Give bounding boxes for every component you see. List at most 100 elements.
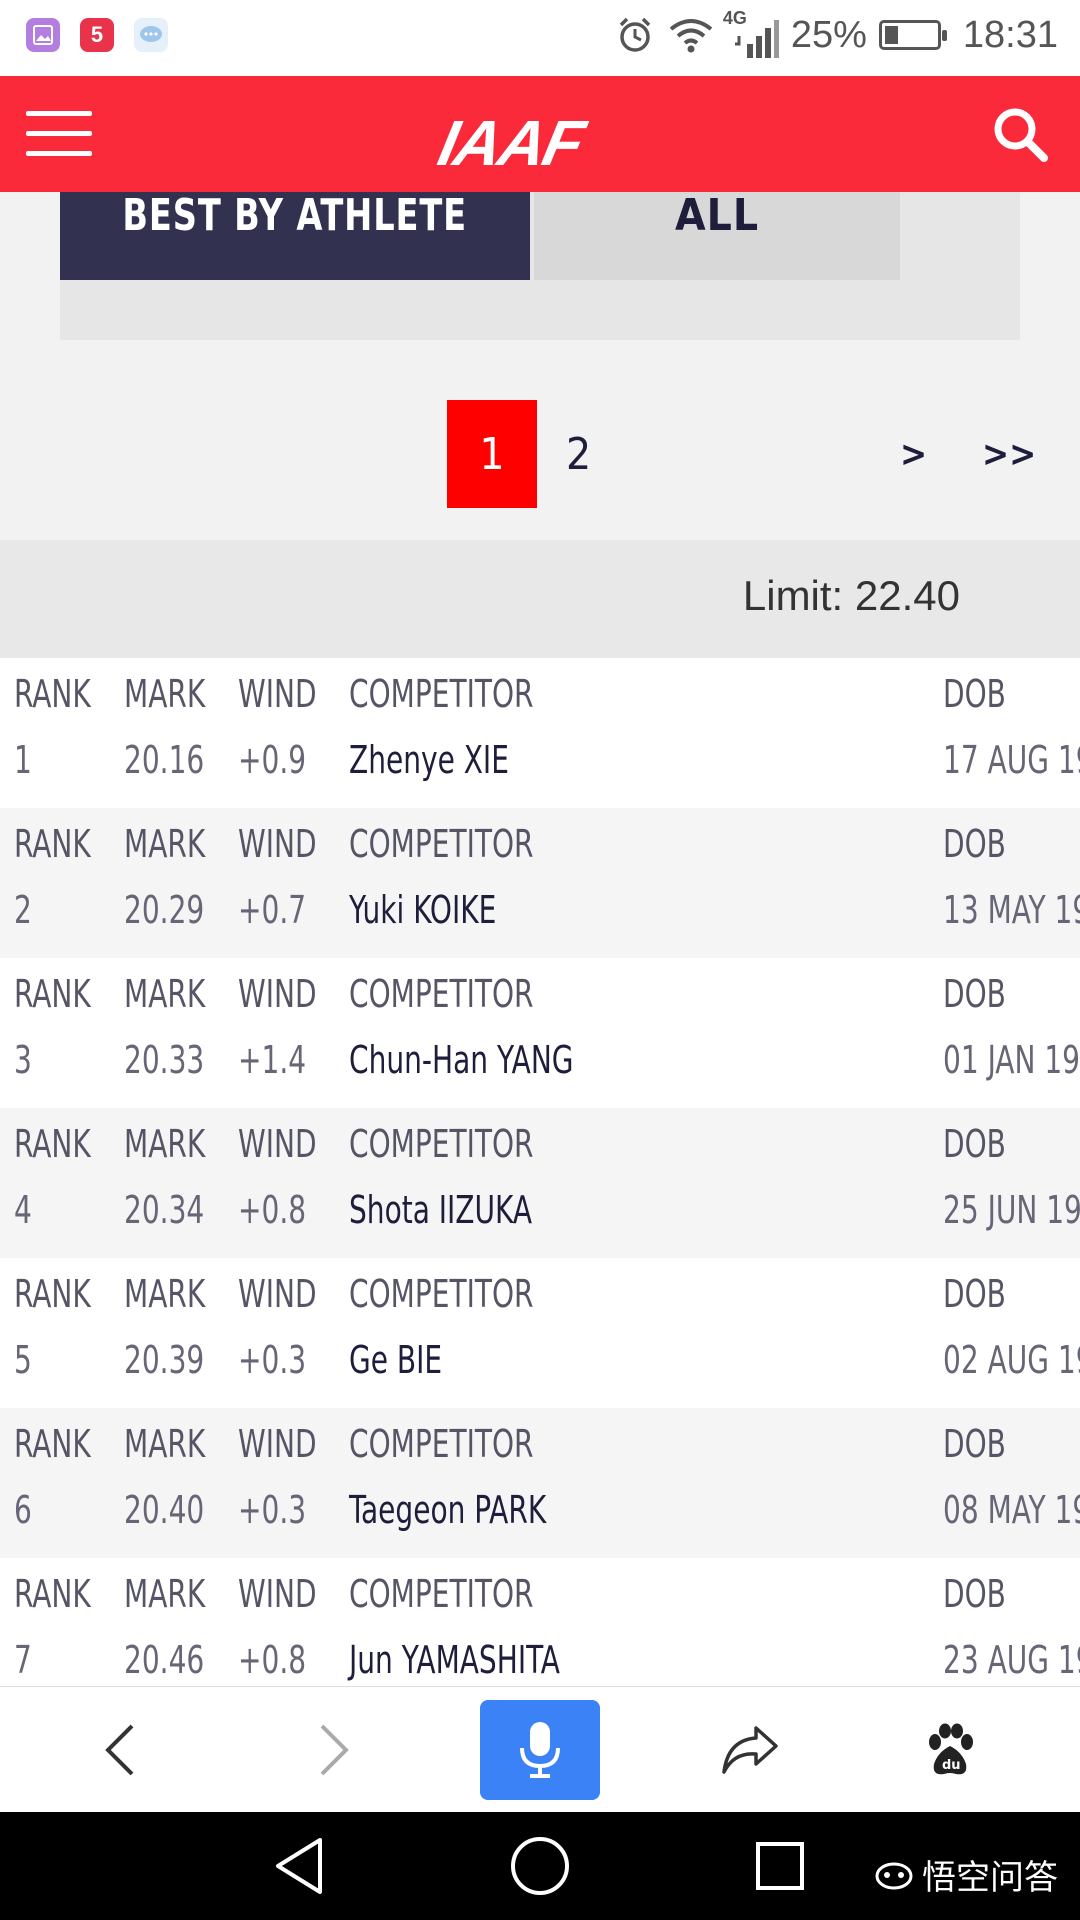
result-row[interactable]: RANK 2 MARK 20.29 WIND +0.7 COMPETITOR Yuki KOI… (0, 808, 1080, 958)
last-page-button[interactable]: >> (982, 400, 1036, 508)
row-mark: 20.40 (124, 1488, 205, 1532)
competitor-name[interactable]: Chun-Han YANG (349, 1038, 623, 1082)
limit-text: Limit: 22.40 (742, 572, 960, 619)
result-row[interactable]: RANK 4 MARK 20.34 WIND +0.8 COMPETITOR Shota II… (0, 1108, 1080, 1258)
column-header-wind: WIND (238, 672, 317, 716)
row-dob: 17 AUG 19 (943, 738, 1080, 782)
competitor-name[interactable]: Zhenye XIE (349, 738, 544, 782)
results-list: RANK 1 MARK 20.16 WIND +0.9 COMPETITOR Zhenye X… (0, 658, 1080, 1688)
row-mark: 20.16 (124, 738, 205, 782)
row-dob: 01 JAN 19 (943, 1038, 1080, 1082)
column-header-wind: WIND (238, 1122, 317, 1166)
result-row[interactable]: RANK 6 MARK 20.40 WIND +0.3 COMPETITOR Taegeon … (0, 1408, 1080, 1558)
row-wind: +0.9 (238, 738, 307, 782)
column-header-competitor: COMPETITOR (349, 1572, 534, 1616)
result-row[interactable]: RANK 5 MARK 20.39 WIND +0.3 COMPETITOR Ge BIE DO… (0, 1258, 1080, 1408)
battery-percent: 25% (790, 13, 867, 56)
baidu-paw-icon[interactable]: du (910, 1687, 990, 1813)
row-rank: 1 (14, 738, 32, 782)
menu-icon[interactable] (26, 111, 92, 157)
browser-toolbar: du (0, 1686, 1080, 1813)
row-wind: +0.3 (238, 1488, 307, 1532)
result-row[interactable]: RANK 1 MARK 20.16 WIND +0.9 COMPETITOR Zhenye X… (0, 658, 1080, 808)
column-header-competitor: COMPETITOR (349, 1122, 534, 1166)
column-header-wind: WIND (238, 1272, 317, 1316)
next-page-button[interactable]: > (900, 400, 927, 508)
wukong-watermark: 悟空问答 (874, 1850, 1058, 1899)
row-rank: 4 (14, 1188, 32, 1232)
competitor-name[interactable]: Taegeon PARK (349, 1488, 590, 1532)
row-rank: 2 (14, 888, 32, 932)
gallery-icon (26, 18, 60, 52)
row-mark: 20.33 (124, 1038, 205, 1082)
nav-recents-icon[interactable] (752, 1834, 808, 1898)
row-dob: 23 AUG 19 (943, 1638, 1080, 1682)
column-header-rank: RANK (14, 1272, 91, 1316)
clock-time: 18:31 (962, 13, 1058, 56)
search-icon[interactable] (988, 102, 1052, 166)
watermark-text: 悟空问答 (922, 1858, 1058, 1898)
result-row[interactable]: RANK 7 MARK 20.46 WIND +0.8 COMPETITOR Jun YAMA… (0, 1558, 1080, 1688)
cellular-signal: 4G (723, 8, 779, 58)
signal-bars-icon (734, 20, 779, 58)
column-header-mark: MARK (124, 1572, 206, 1616)
competitor-name[interactable]: Yuki KOIKE (349, 888, 529, 932)
back-icon[interactable] (80, 1687, 160, 1813)
wukong-logo-icon (875, 1862, 913, 1889)
notification-icons: 5 (26, 18, 168, 52)
column-header-wind: WIND (238, 822, 317, 866)
row-rank: 3 (14, 1038, 32, 1082)
alarm-icon (619, 17, 651, 52)
row-rank: 6 (14, 1488, 32, 1532)
column-header-dob: DOB (943, 822, 1006, 866)
row-wind: +1.4 (238, 1038, 307, 1082)
column-header-mark: MARK (124, 972, 206, 1016)
column-header-dob: DOB (943, 1422, 1006, 1466)
nav-home-icon[interactable] (508, 1834, 572, 1898)
column-header-rank: RANK (14, 822, 91, 866)
column-header-rank: RANK (14, 1422, 91, 1466)
row-mark: 20.29 (124, 888, 205, 932)
page-1-button[interactable]: 1 (447, 400, 537, 508)
column-header-competitor: COMPETITOR (349, 972, 534, 1016)
row-wind: +0.7 (238, 888, 307, 932)
column-header-rank: RANK (14, 1572, 91, 1616)
row-mark: 20.39 (124, 1338, 205, 1382)
row-dob: 02 AUG 19 (943, 1338, 1080, 1382)
iaaf-logo[interactable]: IAAF (432, 106, 589, 180)
column-header-dob: DOB (943, 1572, 1006, 1616)
limit-bar: Limit: 22.40 (0, 540, 1080, 658)
row-wind: +0.8 (238, 1188, 307, 1232)
row-wind: +0.8 (238, 1638, 307, 1682)
row-mark: 20.46 (124, 1638, 205, 1682)
message-icon (134, 18, 168, 52)
column-header-mark: MARK (124, 1122, 206, 1166)
system-nav-bar: 悟空问答 (0, 1812, 1080, 1920)
nav-back-icon[interactable] (270, 1834, 330, 1898)
battery-fill (884, 26, 898, 44)
row-rank: 5 (14, 1338, 32, 1382)
competitor-name[interactable]: Jun YAMASHITA (349, 1638, 606, 1682)
column-header-wind: WIND (238, 1422, 317, 1466)
competitor-name[interactable]: Shota IIZUKA (349, 1188, 572, 1232)
microphone-icon[interactable] (480, 1700, 600, 1800)
forward-icon[interactable] (294, 1687, 374, 1813)
row-dob: 25 JUN 19 (943, 1188, 1080, 1232)
row-dob: 13 MAY 19 (943, 888, 1080, 932)
row-rank: 7 (14, 1638, 32, 1682)
five-app-label: 5 (90, 22, 104, 47)
column-header-mark: MARK (124, 672, 206, 716)
baidu-du-label: du (942, 1758, 961, 1773)
column-header-mark: MARK (124, 1422, 206, 1466)
competitor-name[interactable]: Ge BIE (349, 1338, 463, 1382)
result-row[interactable]: RANK 3 MARK 20.33 WIND +1.4 COMPETITOR Chun-Han… (0, 958, 1080, 1108)
column-header-rank: RANK (14, 672, 91, 716)
status-bar: 5 4G 25% 18:31 (0, 0, 1080, 76)
page-2-button[interactable]: 2 (566, 400, 591, 508)
pagination: 1 2 > >> (0, 400, 1080, 508)
share-icon[interactable] (710, 1687, 790, 1813)
row-dob: 08 MAY 19 (943, 1488, 1080, 1532)
column-header-mark: MARK (124, 1272, 206, 1316)
all-label: ALL (674, 189, 760, 241)
column-header-wind: WIND (238, 972, 317, 1016)
